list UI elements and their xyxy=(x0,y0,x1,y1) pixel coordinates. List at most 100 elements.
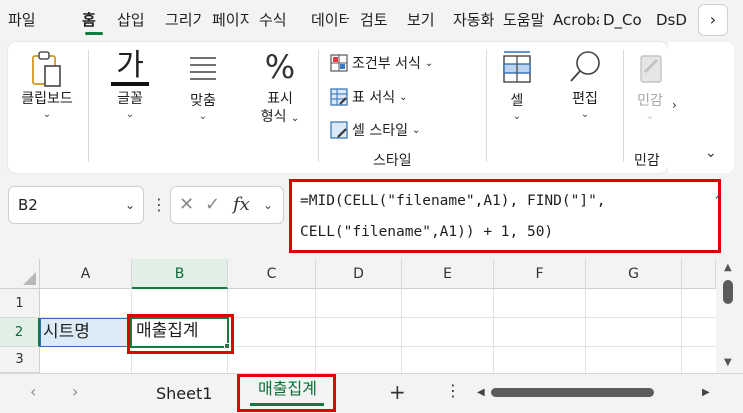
gridline xyxy=(401,289,402,373)
tab-formulas[interactable]: 수식 xyxy=(259,9,299,31)
editing-button[interactable]: 편집 ⌄ xyxy=(560,42,610,122)
tab-review[interactable]: 검토 xyxy=(360,9,396,31)
highlight-box-b2 xyxy=(127,314,234,354)
sensitivity-label: 민감 xyxy=(637,93,663,109)
tab-d-co[interactable]: D_Co xyxy=(603,9,651,31)
alignment-button[interactable]: 맞춤 ⌄ xyxy=(178,42,228,124)
column-header-c[interactable]: C xyxy=(228,259,316,289)
column-header-a[interactable]: A xyxy=(40,259,132,289)
scroll-right-icon[interactable]: ▶ xyxy=(702,387,710,398)
column-header-e[interactable]: E xyxy=(402,259,494,289)
row-header-3[interactable]: 3 xyxy=(0,347,40,373)
font-icon: 가 xyxy=(116,48,144,83)
column-header-g[interactable]: G xyxy=(586,259,682,289)
row-header-1[interactable]: 1 xyxy=(0,289,40,318)
vertical-scroll-thumb[interactable] xyxy=(723,280,733,304)
insert-function-icon[interactable]: fx xyxy=(233,194,250,215)
tab-data[interactable]: 데이터 xyxy=(311,9,349,31)
add-sheet-button[interactable]: + xyxy=(389,380,406,404)
tab-file[interactable]: 파일 xyxy=(8,9,38,31)
chevron-down-icon[interactable]: ⌄ xyxy=(263,198,273,212)
name-box[interactable]: B2 ⌄ xyxy=(8,186,144,224)
tab-page-layout[interactable]: 페이지 레이아웃 xyxy=(212,9,250,31)
column-header-b[interactable]: B xyxy=(132,259,228,289)
prev-sheet-icon[interactable]: ‹ xyxy=(30,382,36,401)
cancel-icon[interactable]: ✕ xyxy=(179,194,194,215)
sheet-options-icon[interactable]: ⋮ xyxy=(445,381,461,400)
more-options-icon[interactable]: ⋮ xyxy=(151,195,167,214)
column-header-f[interactable]: F xyxy=(494,259,586,289)
name-box-value: B2 xyxy=(18,196,38,214)
group-divider xyxy=(88,50,89,162)
scroll-up-icon[interactable]: ▲ xyxy=(724,262,732,273)
formula-input[interactable]: =MID(CELL("filename",A1), FIND("]", CELL… xyxy=(289,179,721,253)
scroll-down-icon[interactable]: ▼ xyxy=(724,357,732,368)
cell-style-label: 셀 스타일 xyxy=(352,123,408,139)
tab-acrobat[interactable]: Acrobat xyxy=(553,9,599,31)
tab-view[interactable]: 보기 xyxy=(407,9,443,31)
tab-automate[interactable]: 자동화 xyxy=(453,9,499,31)
cells-button[interactable]: 셀 ⌄ xyxy=(492,42,542,124)
cell-style-button[interactable]: 셀 스타일 ⌄ xyxy=(330,119,420,141)
group-divider xyxy=(623,50,624,162)
number-format-label-2: 형식 ⌄ xyxy=(260,109,300,125)
chevron-down-icon: ⌄ xyxy=(645,111,655,122)
chevron-right-icon[interactable]: › xyxy=(672,98,677,112)
clipboard-button[interactable]: 클립보드 ⌄ xyxy=(16,42,78,122)
row-header-2[interactable]: 2 xyxy=(0,318,40,347)
fill-handle[interactable] xyxy=(224,343,230,349)
group-divider xyxy=(318,50,319,162)
chevron-down-icon: ⌄ xyxy=(42,109,52,120)
vertical-scrollbar[interactable] xyxy=(716,259,743,373)
chevron-down-icon: ⌄ xyxy=(424,57,434,69)
ribbon-collapse-icon[interactable]: ⌄ xyxy=(705,145,717,161)
number-format-button[interactable]: % 표시 형식 ⌄ xyxy=(254,42,306,128)
chevron-down-icon: ⌄ xyxy=(411,124,421,136)
chevron-down-icon[interactable]: ⌄ xyxy=(125,187,135,223)
cell-a2[interactable]: 시트명 xyxy=(40,318,132,347)
align-lines-icon xyxy=(190,57,216,80)
horizontal-scroll-thumb[interactable] xyxy=(491,388,654,397)
formula-line-1: =MID(CELL("filename",A1), FIND("]", xyxy=(300,193,606,209)
gridline xyxy=(681,289,682,373)
tab-draw[interactable]: 그리기 xyxy=(165,9,202,31)
tab-insert[interactable]: 삽입 xyxy=(117,9,153,31)
tab-help[interactable]: 도움말 xyxy=(503,9,549,31)
styles-group-title: 스타일 xyxy=(373,153,412,169)
cell-style-icon xyxy=(330,121,348,139)
column-header-d[interactable]: D xyxy=(316,259,402,289)
ribbon-tab-bar: 파일 홈 삽입 그리기 페이지 레이아웃 수식 데이터 검토 보기 자동화 도움… xyxy=(0,0,743,42)
confirm-icon[interactable]: ✓ xyxy=(205,194,220,215)
table-format-button[interactable]: 표 서식 ⌄ xyxy=(330,86,407,108)
sensitivity-button[interactable]: 민감 ⌄ xyxy=(630,42,670,124)
clipboard-label: 클립보드 xyxy=(21,91,73,107)
gridline xyxy=(315,289,316,373)
sensitivity-group-title: 민감 xyxy=(634,153,660,169)
sensitivity-icon xyxy=(640,55,662,83)
column-header-partial[interactable] xyxy=(682,259,716,289)
font-label: 글꼴 xyxy=(117,91,143,107)
gridline xyxy=(585,289,586,373)
scroll-left-icon[interactable]: ◀ xyxy=(477,387,485,398)
ribbon-panel: 클립보드 ⌄ 가 글꼴 ⌄ 맞춤 ⌄ % 표시 형식 ⌄ 조건부 서식 ⌄ 표 … xyxy=(8,42,668,173)
conditional-format-icon xyxy=(330,54,348,72)
tab-home[interactable]: 홈 xyxy=(82,9,104,31)
table-format-label: 표 서식 xyxy=(352,90,396,106)
formula-line-2: CELL("filename",A1)) + 1, 50) xyxy=(300,224,554,240)
conditional-format-button[interactable]: 조건부 서식 ⌄ xyxy=(330,52,433,74)
conditional-format-label: 조건부 서식 xyxy=(352,56,421,72)
tab-dsd[interactable]: DsD xyxy=(656,9,692,31)
worksheet-grid[interactable]: A B C D E F G 1 2 3 xyxy=(0,259,743,373)
font-button[interactable]: 가 글꼴 ⌄ xyxy=(104,42,156,122)
next-sheet-icon[interactable]: › xyxy=(72,382,78,401)
table-format-icon xyxy=(330,88,348,106)
percent-icon: % xyxy=(264,48,296,86)
tab-scroll-right-button[interactable]: › xyxy=(698,4,728,36)
ribbon-overflow-panel xyxy=(668,42,734,173)
group-divider xyxy=(486,50,487,162)
collapse-formula-bar-icon[interactable]: ⌃ xyxy=(713,194,724,209)
select-all-button[interactable] xyxy=(0,259,40,289)
active-tab-indicator xyxy=(85,32,103,35)
sheet-tab-sheet1[interactable]: Sheet1 xyxy=(156,384,212,403)
highlight-box-sheet-tab xyxy=(237,374,336,412)
